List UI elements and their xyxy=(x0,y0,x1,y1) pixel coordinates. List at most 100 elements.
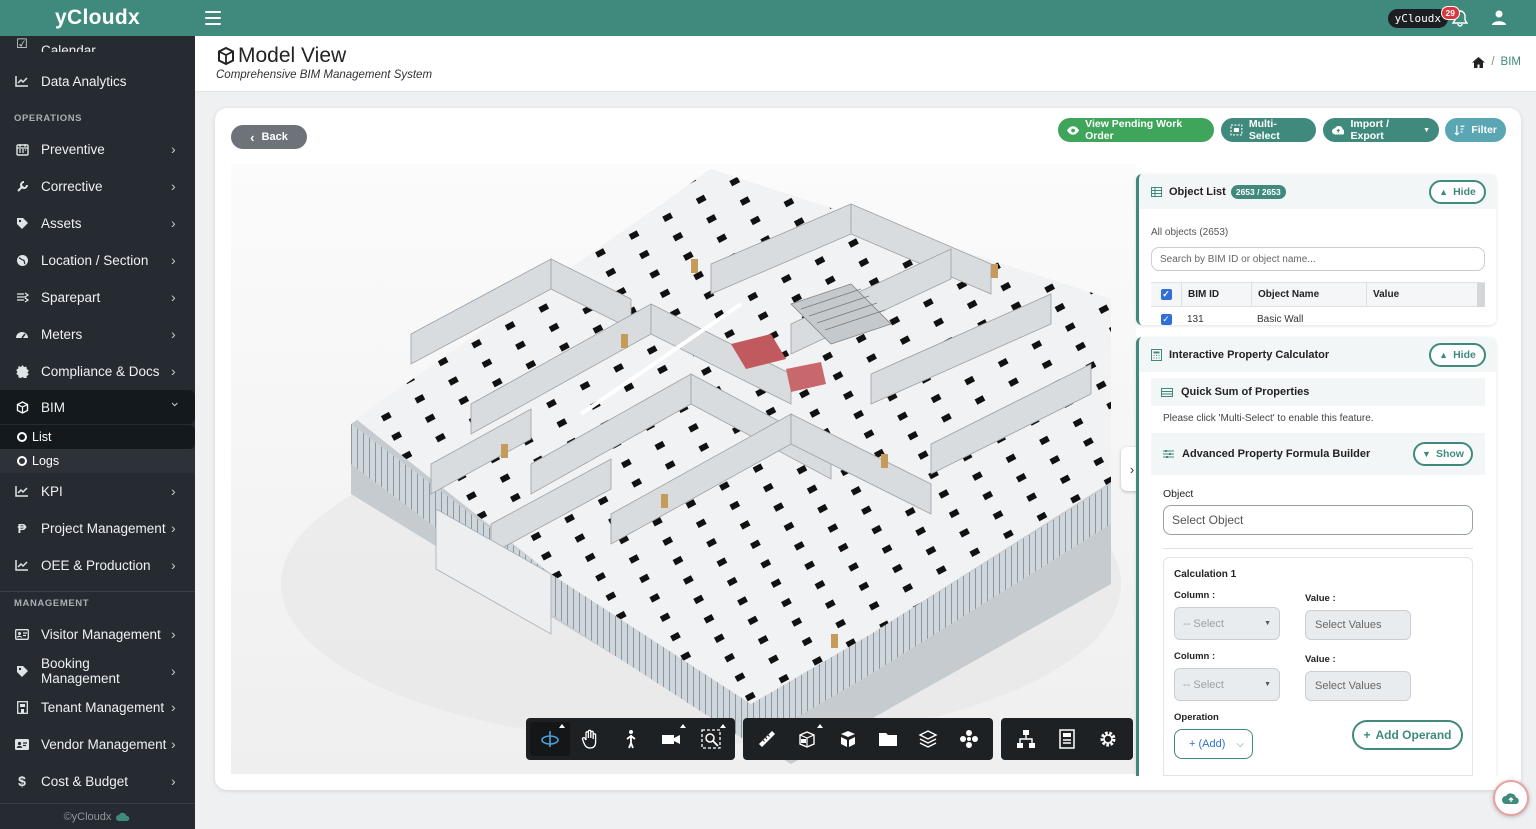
breadcrumb-current[interactable]: BIM xyxy=(1501,56,1521,68)
sidebar-item-booking-management[interactable]: Booking Management › xyxy=(0,654,195,688)
sidebar-footer: ©yCloudx xyxy=(0,803,195,829)
chevron-right-icon: › xyxy=(171,178,176,194)
calculation-title: Calculation 1 xyxy=(1174,569,1237,580)
modelbrowser-icon[interactable] xyxy=(949,722,989,756)
sidebar-item-compliance-docs[interactable]: Compliance & Docs › xyxy=(0,354,195,388)
import-export-button[interactable]: Import / Export ▼ xyxy=(1323,118,1439,142)
building-model-render[interactable] xyxy=(231,164,1136,774)
add-operand-button[interactable]: + Add Operand xyxy=(1352,720,1463,750)
sidebar-item-label: Booking Management xyxy=(41,656,120,686)
sidebar-item-calendar[interactable]: ☑ Calendar xyxy=(0,28,195,52)
sidebar-item-label: Meters xyxy=(41,326,83,342)
select-all-checkbox[interactable]: ✓ xyxy=(1160,289,1172,300)
calendar-check-icon: ☑ xyxy=(16,36,28,51)
advanced-show-button[interactable]: ▼ Show xyxy=(1413,442,1473,466)
sidebar-item-data-analytics[interactable]: Data Analytics xyxy=(0,64,195,98)
pending-label: View Pending Work Order xyxy=(1085,118,1183,142)
column-header-bim-id[interactable]: BIM ID xyxy=(1181,283,1251,307)
chart-line-icon xyxy=(14,75,30,87)
back-button[interactable]: ‹ Back xyxy=(231,125,307,149)
sidebar-item-bim[interactable]: BIM › xyxy=(0,390,195,424)
pan-icon[interactable] xyxy=(570,722,610,756)
bim-3d-viewer[interactable] xyxy=(231,164,1136,774)
layers-icon[interactable] xyxy=(908,722,948,756)
measure-icon[interactable] xyxy=(747,722,787,756)
sidebar-item-visitor-management[interactable]: Visitor Management › xyxy=(0,617,195,651)
sidebar-item-kpi[interactable]: KPI › xyxy=(0,474,195,508)
add-operand-label: Add Operand xyxy=(1375,728,1452,742)
cube-icon xyxy=(218,46,234,66)
column-header-object-name[interactable]: Object Name xyxy=(1251,283,1366,307)
chevron-right-icon: › xyxy=(171,289,176,305)
sidebar-item-label: Calendar xyxy=(41,43,96,52)
chevron-right-icon: › xyxy=(171,215,176,231)
viewer-settings-toolbar xyxy=(1001,718,1133,760)
calculator-title: Interactive Property Calculator xyxy=(1169,348,1330,361)
section-icon[interactable] xyxy=(787,722,827,756)
quick-sum-header[interactable]: Quick Sum of Properties xyxy=(1151,378,1485,406)
sidebar-item-meters[interactable]: Meters › xyxy=(0,317,195,351)
table-scrollbar[interactable] xyxy=(1477,283,1485,307)
orbit-icon[interactable] xyxy=(530,722,571,756)
value-select-1[interactable]: Select Values xyxy=(1305,610,1411,640)
chevron-left-icon: ‹ xyxy=(250,129,255,145)
sidebar-item-preventive[interactable]: Preventive › xyxy=(0,132,195,166)
explode-icon[interactable] xyxy=(828,722,868,756)
chat-cloud-button[interactable] xyxy=(1493,780,1529,816)
home-icon[interactable] xyxy=(1472,56,1486,68)
calculator-header: Interactive Property Calculator ▲ Hide xyxy=(1139,337,1496,372)
user-name-chip[interactable]: yCloudx xyxy=(1387,9,1448,28)
calculator-hide-button[interactable]: ▲ Hide xyxy=(1429,343,1486,367)
sidebar-item-location-section[interactable]: Location / Section › xyxy=(0,243,195,277)
building-icon xyxy=(14,700,30,714)
chevron-right-icon: › xyxy=(171,252,176,268)
page-title: Model View xyxy=(216,44,346,68)
parts-icon xyxy=(14,291,30,304)
zoom-fit-icon[interactable] xyxy=(691,722,731,756)
walk-icon[interactable] xyxy=(610,722,650,756)
cloud-icon xyxy=(116,812,130,821)
chevron-right-icon: › xyxy=(171,663,176,679)
circle-icon xyxy=(17,432,27,442)
page-title-text: Model View xyxy=(238,44,347,67)
chevron-up-icon: ▲ xyxy=(1439,350,1449,360)
object-search-input[interactable]: Search by BIM ID or object name... xyxy=(1151,247,1485,271)
row-checkbox[interactable]: ✓ xyxy=(1160,314,1172,325)
back-label: Back xyxy=(261,131,288,143)
sidebar-item-assets[interactable]: Assets › xyxy=(0,206,195,240)
hamburger-menu-icon[interactable] xyxy=(205,11,221,25)
chart-line-icon xyxy=(14,485,30,497)
chevron-right-icon: › xyxy=(171,626,176,642)
sidebar-item-oee-production[interactable]: OEE & Production › xyxy=(0,548,195,582)
value-select-2[interactable]: Select Values xyxy=(1305,671,1411,701)
project-icon: ₱ xyxy=(17,520,27,536)
sidebar-item-sparepart[interactable]: Sparepart › xyxy=(0,280,195,314)
divider xyxy=(0,591,195,592)
calendar-icon xyxy=(14,143,30,156)
camera-icon[interactable] xyxy=(651,722,691,756)
object-list-hide-button[interactable]: ▲ Hide xyxy=(1429,180,1486,204)
column-select-2[interactable]: -- Select ▼ xyxy=(1174,668,1280,701)
properties-icon[interactable] xyxy=(1046,722,1087,756)
sidebar-subitem-list[interactable]: List xyxy=(0,425,195,449)
user-icon[interactable] xyxy=(1492,10,1508,26)
column-select-1[interactable]: -- Select ▼ xyxy=(1174,607,1280,640)
multi-select-button[interactable]: Multi-Select xyxy=(1221,118,1316,142)
structure-icon[interactable] xyxy=(1005,722,1046,756)
table-row[interactable]: ✓ 131 Basic Wall xyxy=(1151,307,1485,325)
folder-icon[interactable] xyxy=(868,722,908,756)
filter-button[interactable]: Filter xyxy=(1445,118,1506,142)
select-object-input[interactable]: Select Object xyxy=(1163,505,1473,535)
sidebar-item-cost-budget[interactable]: $ Cost & Budget › xyxy=(0,764,195,798)
view-pending-work-order-button[interactable]: View Pending Work Order xyxy=(1058,118,1214,142)
column-header-value[interactable]: Value xyxy=(1366,283,1477,307)
settings-icon[interactable] xyxy=(1088,722,1129,756)
sidebar-subitem-logs[interactable]: Logs xyxy=(0,449,195,473)
sidebar-item-corrective[interactable]: Corrective › xyxy=(0,169,195,203)
chevron-down-icon: ⌵ xyxy=(1236,738,1244,750)
sidebar-item-vendor-management[interactable]: Vendor Management › xyxy=(0,727,195,761)
sidebar-item-project-management[interactable]: ₱ Project Management › xyxy=(0,511,195,545)
row-object-name: Basic Wall xyxy=(1257,314,1304,325)
add-operation-dropdown[interactable]: + (Add) ⌵ xyxy=(1174,729,1253,759)
sidebar-item-tenant-management[interactable]: Tenant Management › xyxy=(0,690,195,724)
